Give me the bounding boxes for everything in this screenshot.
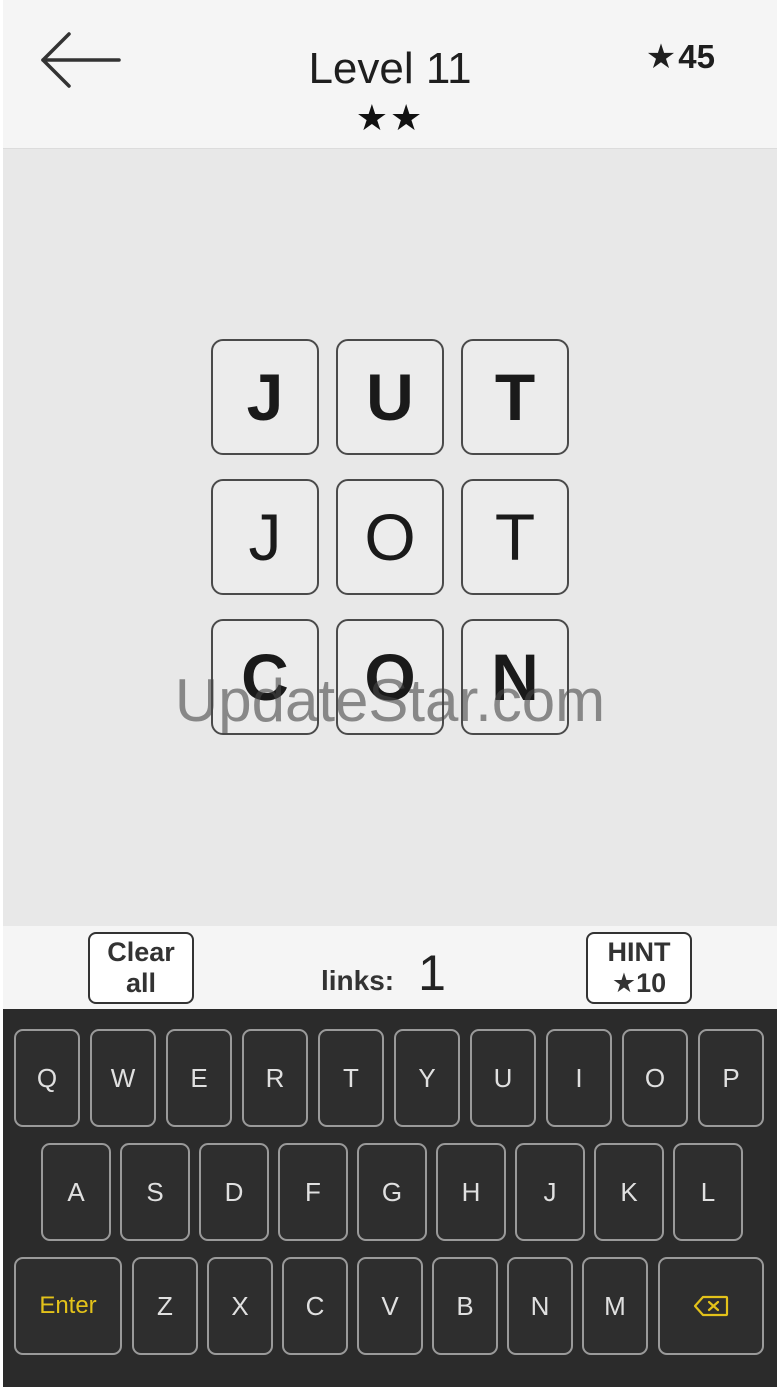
backspace-key[interactable] [658, 1257, 764, 1355]
letter-grid: J U T J O T C O N [211, 339, 571, 737]
letter-tile[interactable]: N [461, 619, 569, 735]
key-z[interactable]: Z [132, 1257, 198, 1355]
hint-cost: ★10 [588, 968, 690, 999]
links-label: links: [321, 965, 395, 996]
key-y[interactable]: Y [394, 1029, 460, 1127]
letter-tile[interactable]: O [336, 619, 444, 735]
letter-tile[interactable]: T [461, 339, 569, 455]
letter-tile[interactable]: J [211, 479, 319, 595]
letter-tile[interactable]: C [211, 619, 319, 735]
key-o[interactable]: O [622, 1029, 688, 1127]
keyboard: Q W E R T Y U I O P A S D F G H J K L En… [3, 1009, 777, 1387]
links-value: 1 [418, 945, 446, 1001]
key-n[interactable]: N [507, 1257, 573, 1355]
puzzle-board: J U T J O T C O N UpdateStar.com [3, 150, 777, 926]
key-p[interactable]: P [698, 1029, 764, 1127]
letter-tile[interactable]: T [461, 479, 569, 595]
key-r[interactable]: R [242, 1029, 308, 1127]
key-l[interactable]: L [673, 1143, 743, 1241]
key-t[interactable]: T [318, 1029, 384, 1127]
key-i[interactable]: I [546, 1029, 612, 1127]
key-b[interactable]: B [432, 1257, 498, 1355]
key-h[interactable]: H [436, 1143, 506, 1241]
key-g[interactable]: G [357, 1143, 427, 1241]
clear-label-line2: all [125, 968, 157, 998]
key-w[interactable]: W [90, 1029, 156, 1127]
star-balance-value: 45 [678, 38, 715, 75]
game-screen: Level 11 ★★ ★ 45 J U T J O T C O N Updat… [3, 0, 777, 1387]
hint-button[interactable]: HINT ★10 [586, 932, 692, 1004]
level-rating-stars: ★★ [355, 97, 425, 138]
letter-tile[interactable]: O [336, 479, 444, 595]
star-icon: ★ [611, 968, 637, 998]
key-d[interactable]: D [199, 1143, 269, 1241]
key-x[interactable]: X [207, 1257, 273, 1355]
clear-label-line1: Clear [107, 937, 175, 967]
key-a[interactable]: A [41, 1143, 111, 1241]
hint-cost-value: 10 [636, 968, 667, 998]
key-f[interactable]: F [278, 1143, 348, 1241]
key-s[interactable]: S [120, 1143, 190, 1241]
key-j[interactable]: J [515, 1143, 585, 1241]
letter-tile[interactable]: U [336, 339, 444, 455]
key-v[interactable]: V [357, 1257, 423, 1355]
backspace-icon [693, 1295, 729, 1317]
key-c[interactable]: C [282, 1257, 348, 1355]
key-m[interactable]: M [582, 1257, 648, 1355]
key-k[interactable]: K [594, 1143, 664, 1241]
links-counter: links: 1 [321, 944, 446, 1002]
key-q[interactable]: Q [14, 1029, 80, 1127]
key-u[interactable]: U [470, 1029, 536, 1127]
top-bar: Level 11 ★★ ★ 45 [3, 0, 777, 149]
letter-tile[interactable]: J [211, 339, 319, 455]
hint-label: HINT [607, 937, 671, 967]
enter-key[interactable]: Enter [14, 1257, 122, 1355]
key-e[interactable]: E [166, 1029, 232, 1127]
star-balance: ★ 45 [646, 37, 715, 77]
clear-all-button[interactable]: Clear all [88, 932, 194, 1004]
action-bar: Clear all links: 1 HINT ★10 [3, 926, 777, 1009]
star-icon: ★ [645, 38, 677, 76]
